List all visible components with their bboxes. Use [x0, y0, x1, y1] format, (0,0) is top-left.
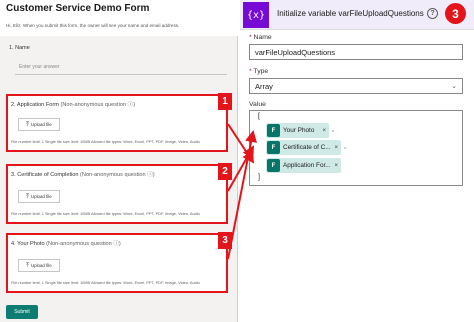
- variable-name-input[interactable]: varFileUploadQuestions: [249, 44, 463, 60]
- close-icon[interactable]: ×: [319, 128, 329, 134]
- upload-icon: ⤒: [26, 193, 29, 200]
- dynamic-content-token[interactable]: F Your Photo ×: [266, 123, 329, 138]
- upload-icon: ⤒: [26, 121, 29, 128]
- close-bracket: ]: [258, 174, 260, 181]
- name-question-label: 1. Name: [9, 45, 30, 51]
- file-limits: File number limit: 1 Single file size li…: [11, 211, 200, 216]
- variable-icon: {x}: [243, 2, 269, 28]
- submit-button[interactable]: Submit: [6, 305, 38, 319]
- chevron-down-icon: ⌄: [451, 83, 457, 90]
- question-label: 4. Your Photo (Non-anonymous question ⓘ): [11, 241, 121, 247]
- upload-icon: ⤒: [26, 262, 29, 269]
- value-editor[interactable]: [ F Your Photo × , F Certificate of C...…: [249, 110, 463, 186]
- question-label: 3. Certificate of Completion (Non-anonym…: [11, 172, 155, 178]
- upload-file-button[interactable]: ⤒ Upload file: [18, 259, 60, 272]
- form-header: Customer Service Demo Form Hi, Eliz. Whe…: [0, 0, 238, 36]
- question-your-photo: 4. Your Photo (Non-anonymous question ⓘ)…: [6, 233, 228, 293]
- dynamic-content-token[interactable]: F Application For... ×: [266, 158, 341, 173]
- type-field-label: * Type: [249, 68, 269, 75]
- forms-icon: F: [267, 124, 280, 137]
- upload-file-button[interactable]: ⤒ Upload file: [18, 118, 60, 131]
- initialize-variable-action: {x} Initialize variable varFileUploadQue…: [240, 0, 474, 322]
- action-title: Initialize variable varFileUploadQuestio…: [277, 9, 424, 18]
- close-icon[interactable]: ×: [331, 163, 341, 169]
- callout-badge-3-circle: 3: [445, 3, 466, 24]
- name-input[interactable]: Enter your answer: [15, 60, 227, 75]
- question-certificate-of-completion: 3. Certificate of Completion (Non-anonym…: [6, 164, 228, 224]
- name-field-label: * Name: [249, 34, 272, 41]
- file-limits: File number limit: 1 Single file size li…: [11, 139, 200, 144]
- action-header[interactable]: {x} Initialize variable varFileUploadQue…: [240, 0, 474, 30]
- dynamic-content-token[interactable]: F Certificate of C... ×: [266, 140, 341, 155]
- help-icon[interactable]: ?: [427, 8, 438, 19]
- file-limits: File number limit: 1 Single file size li…: [11, 280, 200, 285]
- form-title: Customer Service Demo Form: [6, 3, 150, 14]
- question-label: 2. Application Form (Non-anonymous quest…: [11, 102, 136, 108]
- separator: ,: [332, 126, 334, 133]
- forms-panel: Customer Service Demo Form Hi, Eliz. Whe…: [0, 0, 238, 322]
- type-select[interactable]: Array ⌄: [249, 78, 463, 94]
- close-icon[interactable]: ×: [331, 145, 341, 151]
- forms-icon: F: [267, 141, 280, 154]
- question-application-form: 2. Application Form (Non-anonymous quest…: [6, 94, 228, 152]
- form-description: Hi, Eliz. When you submit this form, the…: [6, 23, 180, 28]
- open-bracket: [: [258, 113, 260, 120]
- callout-badge-3: 3: [218, 232, 232, 249]
- value-field-label: Value: [249, 101, 266, 108]
- upload-file-button[interactable]: ⤒ Upload file: [18, 190, 60, 203]
- forms-icon: F: [267, 159, 280, 172]
- separator: ,: [344, 143, 346, 150]
- callout-badge-2: 2: [218, 163, 232, 180]
- callout-badge-1: 1: [218, 93, 232, 110]
